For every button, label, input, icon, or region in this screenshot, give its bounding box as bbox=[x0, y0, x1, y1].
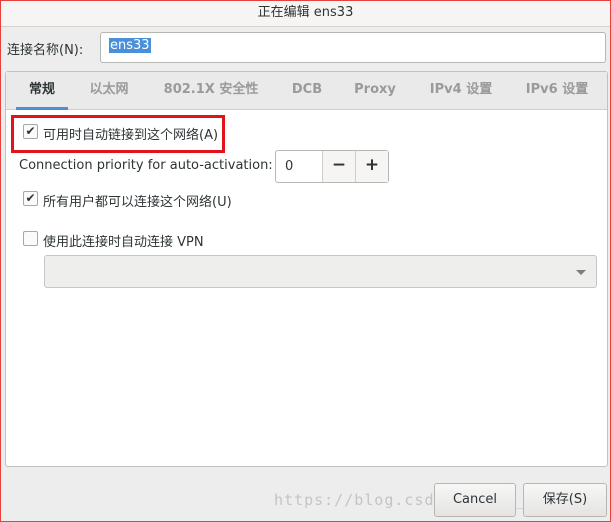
dropdown-arrow-icon bbox=[576, 270, 586, 275]
auto-vpn-label: 使用此连接时自动连接 VPN bbox=[43, 235, 204, 250]
all-users-label: 所有用户都可以连接这个网络(U) bbox=[43, 195, 232, 210]
tab-8021x-security[interactable]: 802.1X 安全性 bbox=[154, 72, 268, 110]
auto-vpn-checkbox[interactable] bbox=[23, 231, 38, 246]
increase-priority-button[interactable]: + bbox=[355, 151, 388, 182]
tab-proxy[interactable]: Proxy bbox=[346, 72, 404, 110]
tab-bar: 常规 以太网 802.1X 安全性 DCB Proxy IPv4 设置 IPv6… bbox=[6, 72, 607, 110]
tab-ethernet[interactable]: 以太网 bbox=[78, 72, 140, 110]
vpn-select[interactable] bbox=[44, 255, 597, 288]
priority-spinbutton[interactable]: 0 − + bbox=[275, 150, 389, 183]
auto-connect-checkbox[interactable]: ✔ bbox=[23, 124, 38, 139]
tab-ipv6-settings[interactable]: IPv6 设置 bbox=[516, 72, 598, 110]
settings-panel: 常规 以太网 802.1X 安全性 DCB Proxy IPv4 设置 IPv6… bbox=[5, 71, 608, 467]
edit-connection-dialog: 正在编辑 ens33 连接名称(N): ens33 常规 以太网 802.1X … bbox=[0, 0, 611, 522]
tab-general[interactable]: 常规 bbox=[16, 72, 68, 110]
connection-name-value: ens33 bbox=[109, 38, 151, 53]
window-title: 正在编辑 ens33 bbox=[1, 1, 610, 27]
connection-name-input[interactable]: ens33 bbox=[100, 32, 606, 63]
decrease-priority-button[interactable]: − bbox=[322, 151, 355, 182]
tab-dcb[interactable]: DCB bbox=[284, 72, 330, 110]
priority-value[interactable]: 0 bbox=[285, 159, 293, 174]
priority-label: Connection priority for auto-activation: bbox=[19, 158, 273, 173]
connection-name-label: 连接名称(N): bbox=[7, 43, 84, 58]
save-button[interactable]: 保存(S) bbox=[523, 483, 607, 517]
connection-name-row: 连接名称(N): ens33 bbox=[1, 31, 610, 65]
tab-ipv4-settings[interactable]: IPv4 设置 bbox=[420, 72, 502, 110]
cancel-button[interactable]: Cancel bbox=[434, 483, 516, 517]
auto-connect-label: 可用时自动链接到这个网络(A) bbox=[43, 128, 219, 143]
all-users-checkbox[interactable]: ✔ bbox=[23, 191, 38, 206]
